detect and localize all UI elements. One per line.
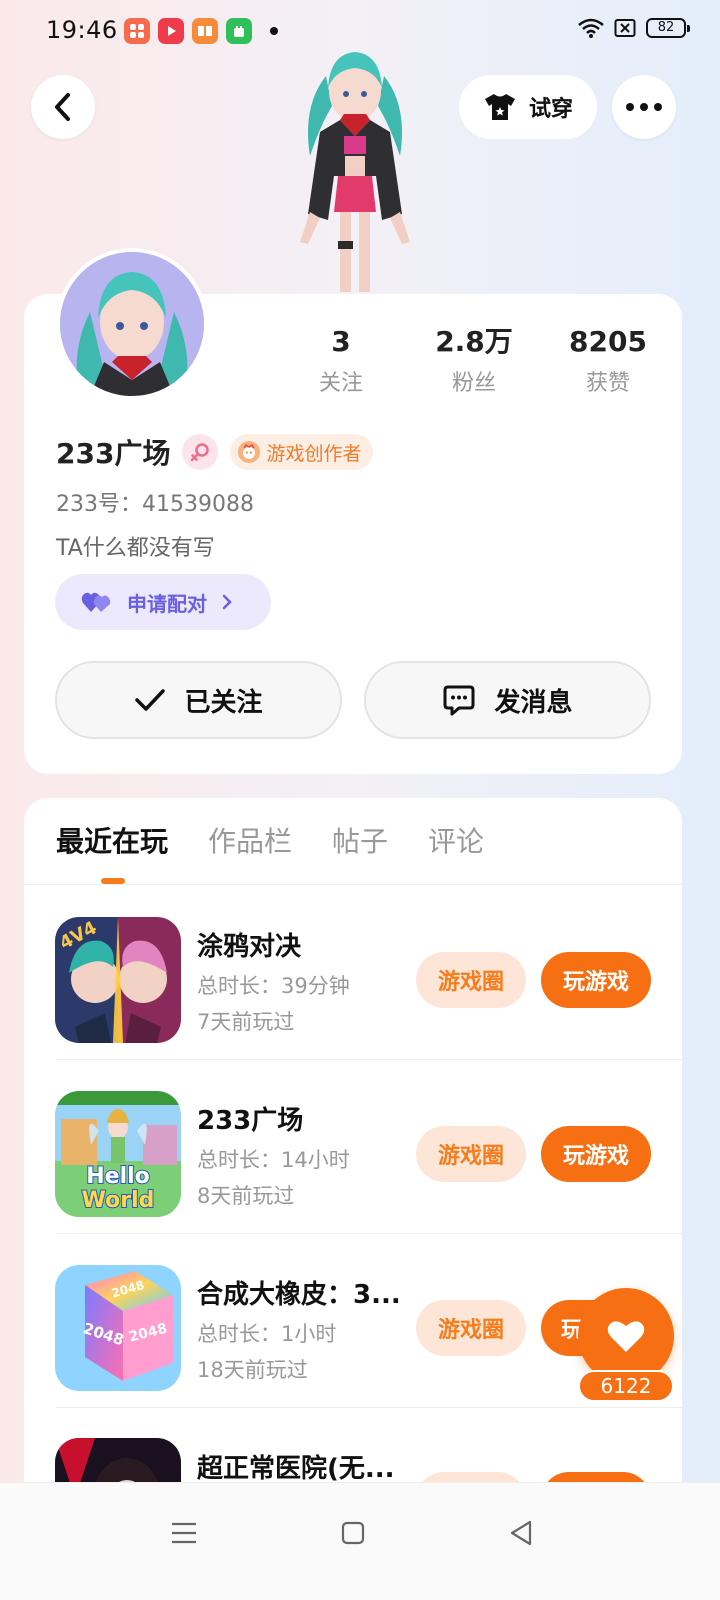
- wifi-icon: [578, 18, 604, 38]
- video-app-icon: [158, 18, 184, 44]
- followers-count: 2.8万: [435, 325, 513, 358]
- tab-posts[interactable]: 帖子: [332, 820, 388, 864]
- hospital-game-icon[interactable]: [55, 1438, 181, 1482]
- likes-count: 8205: [569, 325, 647, 358]
- game-circle-button[interactable]: 游戏圈: [416, 1126, 526, 1182]
- game-row[interactable]: 超正常医院(无...: [24, 1408, 682, 1482]
- tab-recently-played[interactable]: 最近在玩: [56, 820, 168, 864]
- game-last-played: 18天前玩过: [197, 1358, 308, 1382]
- back-nav-button[interactable]: [497, 1509, 545, 1557]
- game-title: 涂鸦对决: [197, 932, 302, 962]
- user-id: 233号：41539088: [56, 492, 254, 517]
- apply-match-label: 申请配对: [127, 591, 207, 616]
- reader-app-icon: [192, 18, 218, 44]
- game-title: 233广场: [197, 1106, 304, 1136]
- no-sim-icon: [614, 19, 636, 37]
- game-circle-button[interactable]: [416, 1472, 526, 1482]
- tshirt-icon: [484, 94, 515, 120]
- album-app-icon: [124, 18, 150, 44]
- game-duration: 总时长：14小时: [197, 1148, 350, 1172]
- heart-icon: [607, 1321, 645, 1352]
- creator-badge-label: 游戏创作者: [266, 442, 362, 465]
- game-row[interactable]: Hello World 233广场 总时长：14小时 8天前玩过 游戏圈 玩游戏: [24, 1060, 682, 1234]
- hello-icon-text: Hello: [86, 1164, 150, 1189]
- following-stat[interactable]: 3 关注: [281, 325, 401, 397]
- menu-nav-button[interactable]: [160, 1509, 208, 1557]
- graffiti-duel-game-icon[interactable]: 4V4: [55, 917, 181, 1043]
- profile-tabs: 最近在玩 作品栏 帖子 评论: [56, 820, 484, 864]
- back-triangle-icon: [510, 1520, 532, 1546]
- merge-eraser-game-icon[interactable]: 2048 2048 2048: [55, 1265, 181, 1391]
- game-last-played: 8天前玩过: [197, 1184, 295, 1208]
- system-navigation-bar: [0, 1482, 720, 1600]
- home-nav-button[interactable]: [329, 1509, 377, 1557]
- game-circle-button[interactable]: 游戏圈: [416, 1300, 526, 1356]
- battery-indicator: 82: [646, 18, 690, 38]
- play-game-button[interactable]: [541, 1472, 651, 1482]
- female-gender-icon: [182, 434, 219, 470]
- name-row: 233广场 游戏创作者: [56, 432, 374, 472]
- avatar-portrait-image: [60, 252, 204, 396]
- followed-button[interactable]: 已关注: [55, 661, 342, 739]
- chat-bubble-icon: [443, 685, 475, 716]
- play-game-button[interactable]: 玩游戏: [541, 952, 651, 1008]
- notification-icons: [124, 18, 278, 44]
- following-label: 关注: [318, 371, 363, 396]
- tab-comments[interactable]: 评论: [428, 820, 484, 864]
- try-on-button[interactable]: 试穿: [459, 75, 597, 139]
- status-time: 19:46: [46, 16, 118, 44]
- store-app-icon: [226, 18, 252, 44]
- game-last-played: 7天前玩过: [197, 1010, 295, 1034]
- like-count: 6122: [578, 1370, 674, 1402]
- game-row[interactable]: 4V4 涂鸦对决 总时长：39分钟 7天前玩过 游戏圈 玩游戏: [24, 886, 682, 1060]
- home-square-icon: [341, 1521, 365, 1545]
- more-notifications-dot: [270, 27, 278, 35]
- try-on-label: 试穿: [528, 97, 573, 122]
- check-icon: [135, 689, 166, 711]
- followers-label: 粉丝: [451, 371, 496, 396]
- user-avatar[interactable]: [56, 248, 208, 400]
- chevron-left-icon: [55, 93, 70, 121]
- character-figure-image: [300, 52, 410, 292]
- likes-stat[interactable]: 8205 获赞: [548, 325, 668, 397]
- game-circle-button[interactable]: 游戏圈: [416, 952, 526, 1008]
- tab-divider: [24, 884, 682, 885]
- play-game-button[interactable]: 玩游戏: [541, 1126, 651, 1182]
- apply-match-button[interactable]: 申请配对: [55, 574, 271, 630]
- system-status: 82: [578, 18, 690, 38]
- game-creator-badge[interactable]: 游戏创作者: [230, 434, 374, 470]
- world-icon-text: World: [82, 1188, 155, 1213]
- game-title: 合成大橡皮：3...: [197, 1280, 401, 1310]
- creator-face-icon: [238, 441, 261, 463]
- game-title: 超正常医院(无...: [197, 1454, 395, 1482]
- game-duration: 总时长：1小时: [197, 1322, 337, 1346]
- followed-label: 已关注: [184, 687, 263, 718]
- user-bio: TA什么都没有写: [56, 536, 215, 561]
- back-button[interactable]: [31, 75, 95, 139]
- 233-plaza-game-icon[interactable]: Hello World: [55, 1091, 181, 1217]
- followers-stat[interactable]: 2.8万 粉丝: [414, 325, 534, 397]
- game-duration: 总时长：39分钟: [197, 974, 350, 998]
- menu-icon: [172, 1522, 196, 1544]
- more-dots-icon: [626, 103, 662, 111]
- following-count: 3: [331, 325, 351, 358]
- more-options-button[interactable]: [612, 75, 676, 139]
- send-message-button[interactable]: 发消息: [364, 661, 651, 739]
- send-message-label: 发消息: [494, 687, 573, 718]
- chevron-right-icon: [222, 594, 232, 610]
- double-heart-icon: [81, 592, 111, 612]
- user-name: 233广场: [56, 437, 171, 470]
- tab-works[interactable]: 作品栏: [208, 820, 292, 864]
- likes-label: 获赞: [585, 371, 630, 396]
